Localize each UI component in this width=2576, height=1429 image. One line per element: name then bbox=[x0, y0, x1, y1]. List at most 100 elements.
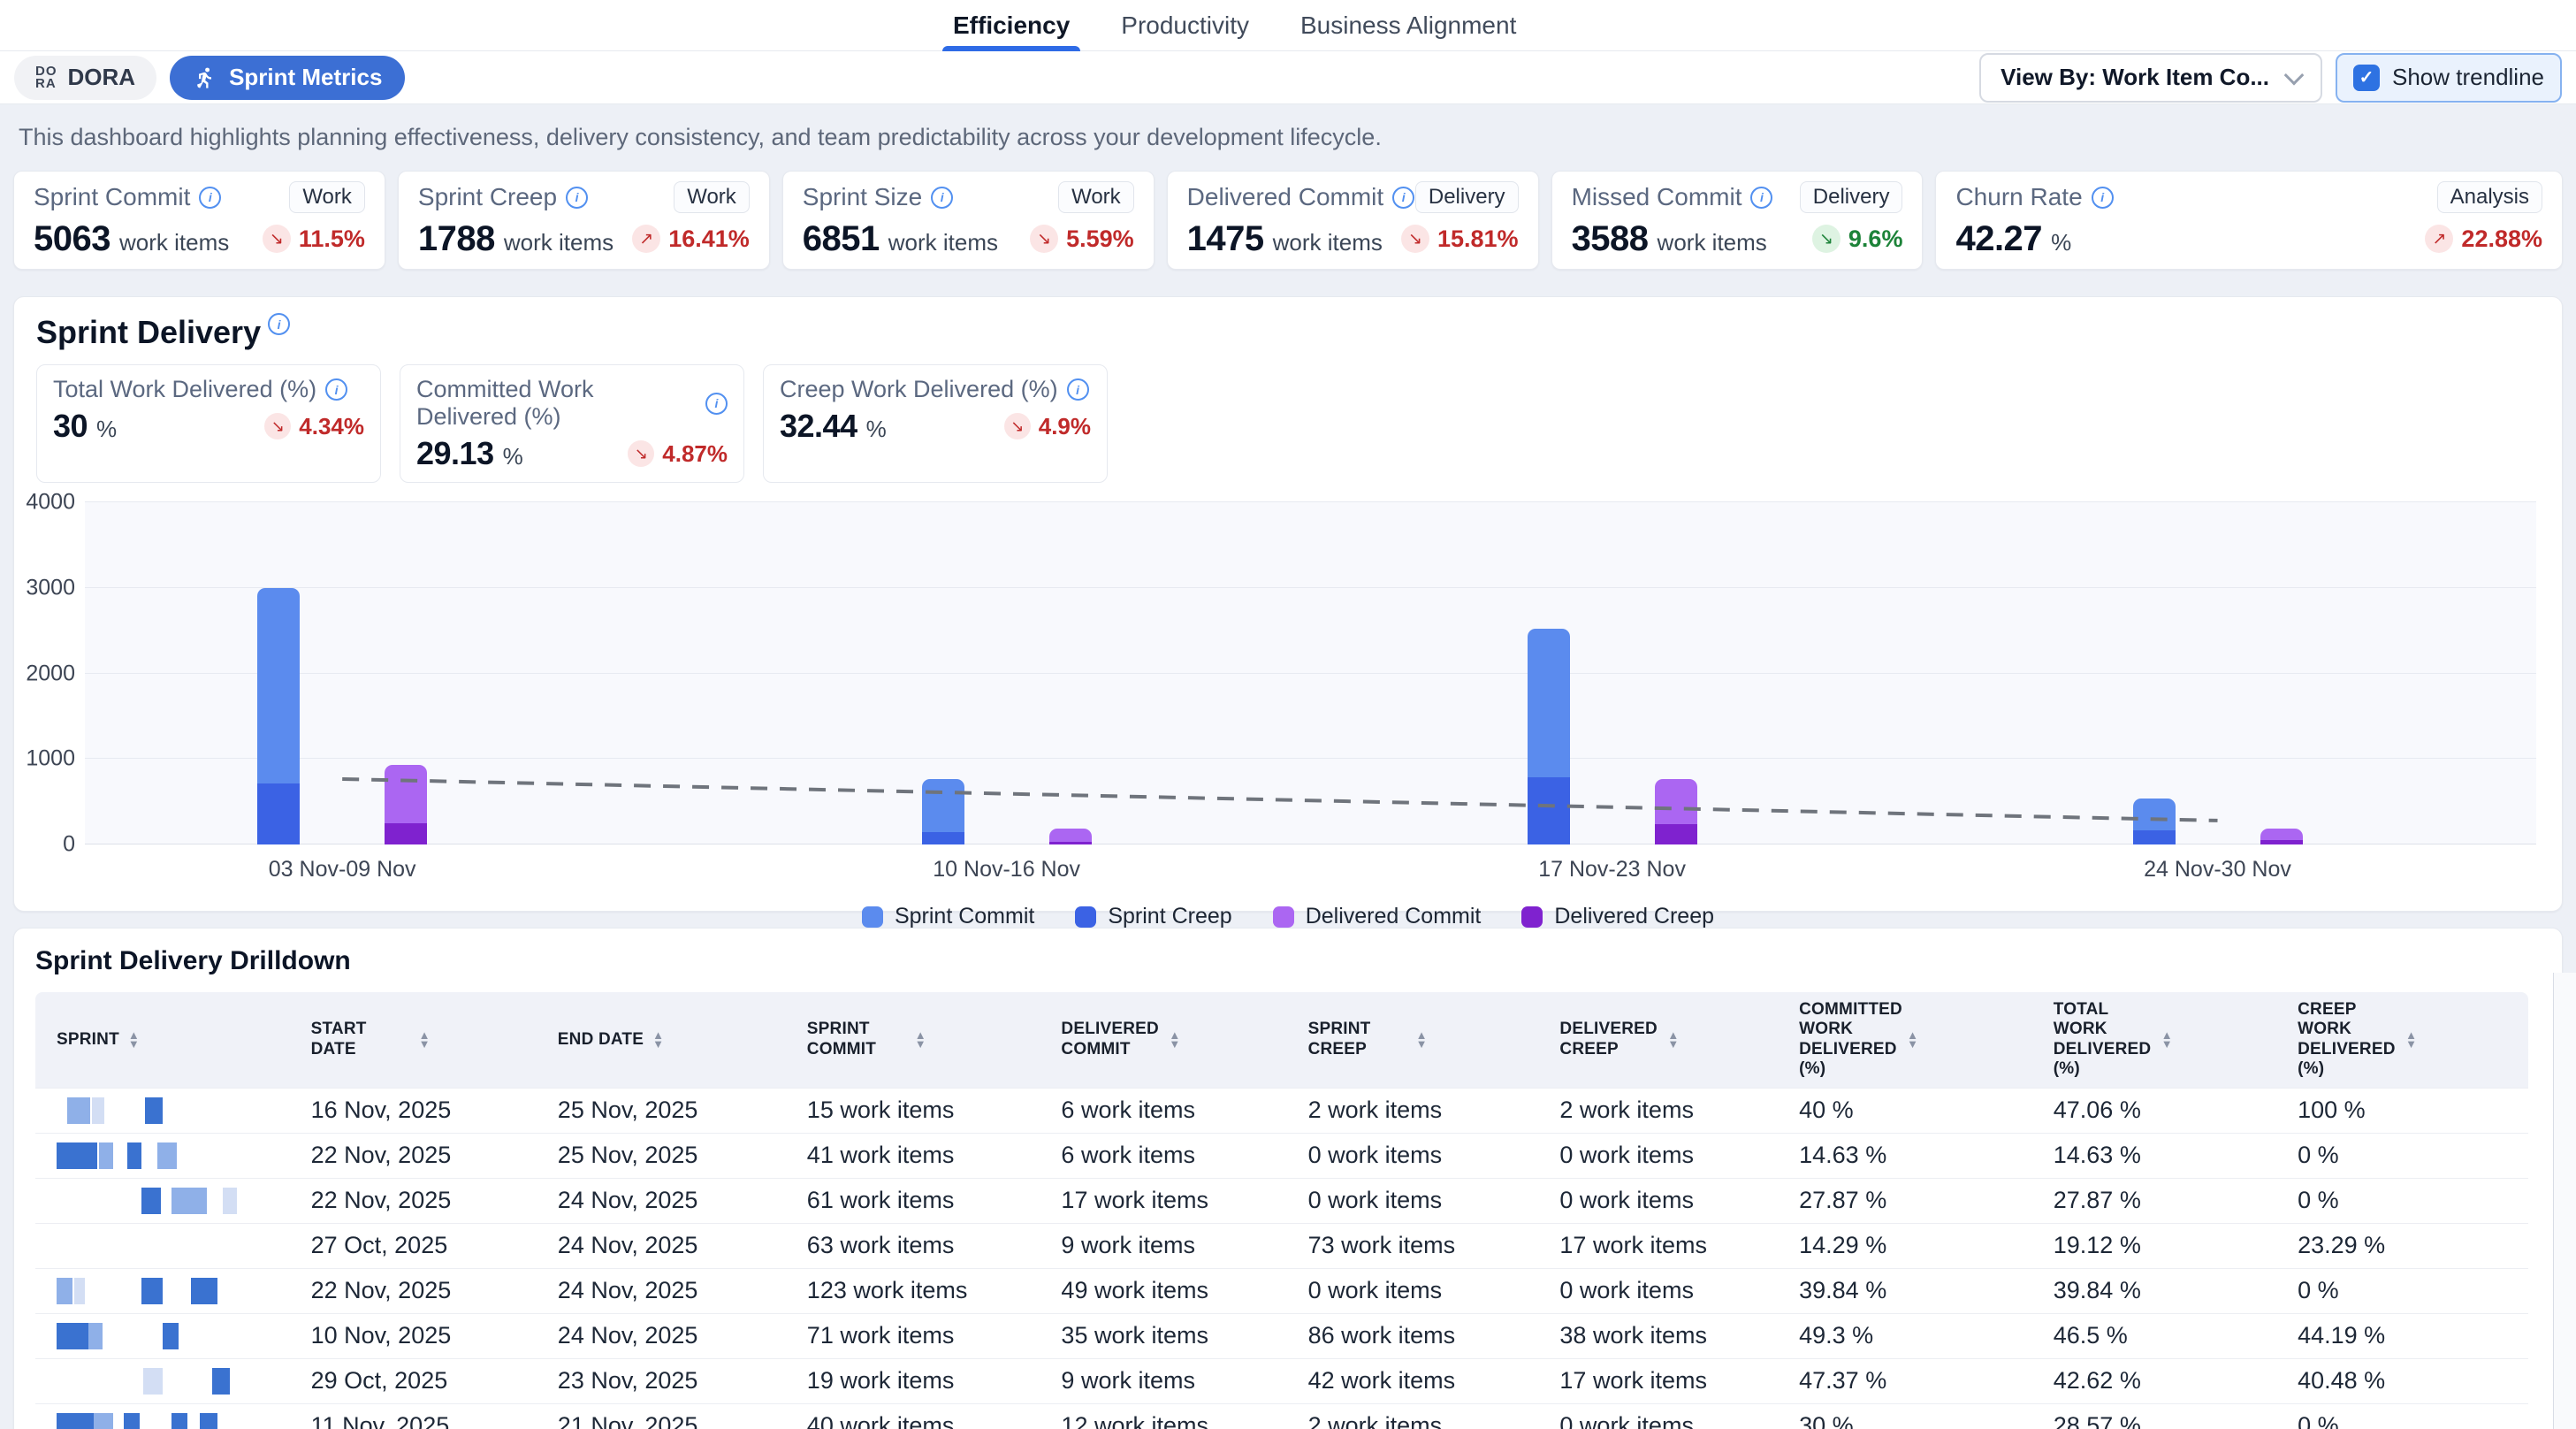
tab-business-alignment[interactable]: Business Alignment bbox=[1290, 0, 1527, 50]
drilldown-table: SPRINT▲▼START DATE▲▼END DATE▲▼SPRINT COM… bbox=[35, 992, 2528, 1429]
info-icon[interactable]: i bbox=[268, 313, 290, 335]
cell-sprint bbox=[35, 1403, 290, 1429]
redaction-block bbox=[67, 1097, 90, 1124]
metric-cards-row: Sprint CommitiWork5063work items↘11.5%Sp… bbox=[13, 171, 2563, 270]
category-badge: Work bbox=[674, 181, 750, 213]
column-header-sprint-commit[interactable]: SPRINT COMMIT▲▼ bbox=[786, 992, 1040, 1088]
tab-label: Efficiency bbox=[953, 11, 1070, 40]
info-icon[interactable]: i bbox=[199, 187, 221, 209]
card-title-text: Total Work Delivered (%) bbox=[53, 376, 316, 403]
sort-icon[interactable]: ▲▼ bbox=[2161, 1031, 2173, 1049]
delta-negative: ↘4.87% bbox=[628, 440, 728, 468]
table-row[interactable]: 22 Nov, 202524 Nov, 2025123 work items49… bbox=[35, 1268, 2528, 1313]
header-label: CREEP WORK DELIVERED (%) bbox=[2298, 1000, 2397, 1080]
card-header: Missed CommitiDelivery bbox=[1572, 182, 1903, 212]
table-row[interactable]: 10 Nov, 202524 Nov, 202571 work items35 … bbox=[35, 1313, 2528, 1358]
view-by-dropdown[interactable]: View By: Work Item Co... bbox=[1979, 53, 2322, 103]
info-icon[interactable]: i bbox=[1067, 378, 1089, 401]
cell-delivered-commit: 17 work items bbox=[1040, 1178, 1286, 1223]
vertical-scrollbar[interactable] bbox=[2553, 973, 2576, 1429]
table-row[interactable]: 27 Oct, 202524 Nov, 202563 work items9 w… bbox=[35, 1223, 2528, 1268]
cell-sprint-creep: 0 work items bbox=[1287, 1178, 1539, 1223]
info-icon[interactable]: i bbox=[2092, 187, 2114, 209]
cell-start-date: 22 Nov, 2025 bbox=[290, 1178, 537, 1223]
cell-creep-work-delivered-pct: 40.48 % bbox=[2276, 1358, 2528, 1403]
legend-item-delivered-commit[interactable]: Delivered Commit bbox=[1273, 904, 1482, 929]
card-title: Creep Work Delivered (%)i bbox=[780, 376, 1091, 403]
cell-sprint bbox=[35, 1358, 290, 1403]
sort-icon[interactable]: ▲▼ bbox=[915, 1031, 926, 1049]
delta-negative: ↘4.9% bbox=[1004, 413, 1091, 440]
card-body: 1788work items↗16.41% bbox=[418, 219, 750, 258]
info-icon[interactable]: i bbox=[325, 378, 347, 401]
cell-total-work-delivered-pct: 39.84 % bbox=[2032, 1268, 2276, 1313]
cell-sprint-commit: 63 work items bbox=[786, 1223, 1040, 1268]
sprint-metrics-toggle-button[interactable]: Sprint Metrics bbox=[170, 56, 405, 100]
x-axis-label: 03 Nov-09 Nov bbox=[269, 857, 416, 883]
column-header-total-work-delivered-pct[interactable]: TOTAL WORK DELIVERED (%)▲▼ bbox=[2032, 992, 2276, 1088]
column-header-sprint[interactable]: SPRINT▲▼ bbox=[35, 992, 290, 1088]
show-trendline-toggle[interactable]: ✓ Show trendline bbox=[2336, 53, 2562, 103]
card-title-text: Committed Work Delivered (%) bbox=[416, 376, 697, 431]
card-unit: work items bbox=[119, 229, 229, 256]
card-value: 30 bbox=[53, 408, 88, 445]
trend-arrow-icon: ↘ bbox=[1812, 225, 1841, 253]
column-header-delivered-commit[interactable]: DELIVERED COMMIT▲▼ bbox=[1040, 992, 1286, 1088]
info-icon[interactable]: i bbox=[566, 187, 588, 209]
legend-swatch-icon bbox=[1521, 906, 1543, 928]
tab-label: Productivity bbox=[1121, 11, 1249, 40]
column-header-committed-work-delivered-pct[interactable]: COMMITTED WORK DELIVERED (%)▲▼ bbox=[1778, 992, 2032, 1088]
card-unit: % bbox=[503, 443, 523, 470]
sort-icon[interactable]: ▲▼ bbox=[652, 1031, 664, 1049]
trend-arrow-icon: ↘ bbox=[1401, 225, 1429, 253]
cell-start-date: 29 Oct, 2025 bbox=[290, 1358, 537, 1403]
column-header-creep-work-delivered-pct[interactable]: CREEP WORK DELIVERED (%) ▲▼ bbox=[2276, 992, 2528, 1088]
sort-icon[interactable]: ▲▼ bbox=[1667, 1031, 1679, 1049]
tab-efficiency[interactable]: Efficiency bbox=[942, 0, 1080, 50]
column-header-start-date[interactable]: START DATE ▲▼ bbox=[290, 992, 537, 1088]
tab-productivity[interactable]: Productivity bbox=[1110, 0, 1260, 50]
card-body: 6851work items↘5.59% bbox=[803, 219, 1134, 258]
redaction-block bbox=[200, 1413, 217, 1429]
table-row[interactable]: 16 Nov, 202525 Nov, 202515 work items6 w… bbox=[35, 1088, 2528, 1133]
table-row[interactable]: 11 Nov, 202521 Nov, 202540 work items12 … bbox=[35, 1403, 2528, 1429]
legend-item-sprint-creep[interactable]: Sprint Creep bbox=[1075, 904, 1231, 929]
cell-end-date: 24 Nov, 2025 bbox=[537, 1178, 786, 1223]
cell-total-work-delivered-pct: 46.5 % bbox=[2032, 1313, 2276, 1358]
column-header-delivered-creep[interactable]: DELIVERED CREEP▲▼ bbox=[1538, 992, 1778, 1088]
header-label: START DATE bbox=[311, 1020, 410, 1059]
toolbar-left: DORA DORA Sprint Metrics bbox=[14, 56, 405, 100]
info-icon[interactable]: i bbox=[1750, 187, 1772, 209]
info-icon[interactable]: i bbox=[931, 187, 953, 209]
legend-item-delivered-creep[interactable]: Delivered Creep bbox=[1521, 904, 1714, 929]
info-icon[interactable]: i bbox=[705, 393, 728, 415]
redaction-block bbox=[124, 1413, 140, 1429]
info-icon[interactable]: i bbox=[1392, 187, 1414, 209]
cell-total-work-delivered-pct: 27.87 % bbox=[2032, 1178, 2276, 1223]
metric-card-sprint-commit: Sprint CommitiWork5063work items↘11.5% bbox=[13, 171, 385, 270]
chart-y-axis: 01000200030004000 bbox=[36, 502, 75, 844]
sort-icon[interactable]: ▲▼ bbox=[1169, 1031, 1180, 1049]
sort-icon[interactable]: ▲▼ bbox=[1907, 1031, 1918, 1049]
sort-icon[interactable]: ▲▼ bbox=[128, 1031, 140, 1049]
sort-icon[interactable]: ▲▼ bbox=[2405, 1031, 2417, 1049]
table-row[interactable]: 22 Nov, 202524 Nov, 202561 work items17 … bbox=[35, 1178, 2528, 1223]
legend-swatch-icon bbox=[1273, 906, 1294, 928]
checkbox-checked-icon[interactable]: ✓ bbox=[2353, 65, 2380, 91]
card-title-text: Sprint Commit bbox=[34, 183, 190, 211]
sort-icon[interactable]: ▲▼ bbox=[419, 1031, 431, 1049]
card-value: 5063 bbox=[34, 219, 111, 259]
table-row[interactable]: 29 Oct, 202523 Nov, 202519 work items9 w… bbox=[35, 1358, 2528, 1403]
column-header-end-date[interactable]: END DATE▲▼ bbox=[537, 992, 786, 1088]
dora-toggle-button[interactable]: DORA DORA bbox=[14, 56, 156, 100]
column-header-sprint-creep[interactable]: SPRINT CREEP▲▼ bbox=[1287, 992, 1539, 1088]
card-title-text: Sprint Creep bbox=[418, 183, 557, 211]
card-value-wrap: 5063 work items bbox=[34, 219, 229, 259]
legend-item-sprint-commit[interactable]: Sprint Commit bbox=[862, 904, 1034, 929]
sort-icon[interactable]: ▲▼ bbox=[1416, 1031, 1428, 1049]
redaction-block bbox=[145, 1097, 163, 1124]
table-row[interactable]: 22 Nov, 202525 Nov, 202541 work items6 w… bbox=[35, 1133, 2528, 1178]
card-body: 42.27%↗22.88% bbox=[1955, 219, 2542, 258]
cell-sprint-commit: 15 work items bbox=[786, 1088, 1040, 1133]
legend-label: Delivered Commit bbox=[1306, 904, 1482, 929]
